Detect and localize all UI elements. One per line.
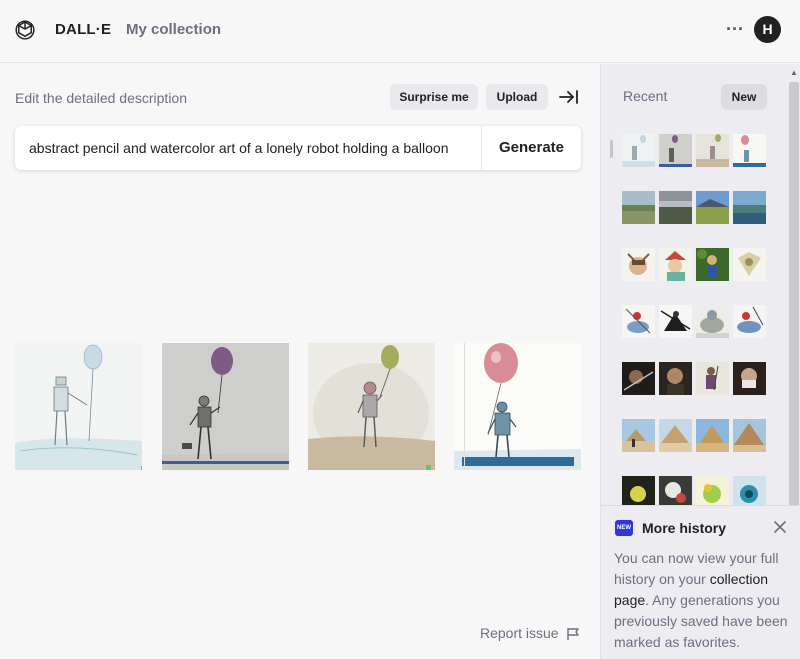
scroll-indicator: [610, 140, 613, 158]
recent-thumbnail[interactable]: [622, 248, 655, 281]
recent-thumbnail[interactable]: [696, 134, 729, 167]
recent-thumbnail[interactable]: [659, 305, 692, 338]
prompt-box: Generate: [15, 126, 581, 170]
flag-icon[interactable]: [566, 627, 580, 641]
generate-button[interactable]: Generate: [482, 126, 581, 170]
recent-thumbnail[interactable]: [622, 362, 655, 395]
recent-thumbnail[interactable]: [696, 191, 729, 224]
recent-thumbnail[interactable]: [696, 305, 729, 338]
result-image-2[interactable]: [162, 343, 289, 470]
recent-thumbnail[interactable]: [696, 419, 729, 452]
top-header: DALL·E My collection ··· H: [0, 0, 800, 63]
result-image-4[interactable]: [454, 343, 581, 470]
recent-thumbnail[interactable]: [733, 191, 766, 224]
scroll-up-arrow-icon[interactable]: ▲: [789, 68, 799, 80]
recent-thumbnail[interactable]: [733, 134, 766, 167]
result-image-1[interactable]: [15, 343, 142, 470]
prompt-input[interactable]: [15, 126, 481, 170]
recent-thumbnail[interactable]: [622, 134, 655, 167]
new-button[interactable]: New: [721, 84, 767, 110]
recent-thumbnail[interactable]: [659, 134, 692, 167]
result-image-3[interactable]: [308, 343, 435, 470]
collapse-panel-icon[interactable]: [558, 86, 580, 108]
recent-thumbnail[interactable]: [659, 191, 692, 224]
recent-thumbnail[interactable]: [696, 362, 729, 395]
avatar[interactable]: H: [754, 16, 781, 43]
recent-thumbnail[interactable]: [733, 362, 766, 395]
more-options-icon[interactable]: ···: [724, 19, 746, 41]
history-description: You can now view your full history on yo…: [614, 548, 796, 653]
surprise-me-button[interactable]: Surprise me: [390, 84, 478, 110]
recent-thumbnail[interactable]: [622, 191, 655, 224]
report-issue-link[interactable]: Report issue: [480, 625, 559, 641]
recent-thumbnail[interactable]: [659, 362, 692, 395]
recent-thumbnail[interactable]: [622, 305, 655, 338]
recent-thumbnail[interactable]: [696, 248, 729, 281]
recent-thumbnail[interactable]: [733, 248, 766, 281]
main-area: Edit the detailed description Surprise m…: [0, 64, 600, 659]
recent-thumbnail[interactable]: [733, 305, 766, 338]
more-history-card: NEW More history You can now view your f…: [601, 505, 800, 659]
my-collection-link[interactable]: My collection: [126, 21, 221, 38]
recent-thumbnail[interactable]: [622, 419, 655, 452]
recent-thumbnail[interactable]: [659, 419, 692, 452]
history-title: More history: [642, 520, 727, 536]
new-badge: NEW: [615, 520, 633, 536]
upload-button[interactable]: Upload: [486, 84, 548, 110]
recent-thumbnail[interactable]: [733, 419, 766, 452]
brand-title[interactable]: DALL·E: [55, 21, 111, 38]
recent-thumbnail[interactable]: [659, 248, 692, 281]
close-icon[interactable]: [773, 520, 787, 534]
openai-logo-icon[interactable]: [14, 19, 36, 41]
edit-description-label: Edit the detailed description: [15, 90, 187, 106]
recent-title: Recent: [623, 88, 668, 104]
scrollbar[interactable]: [789, 82, 799, 507]
